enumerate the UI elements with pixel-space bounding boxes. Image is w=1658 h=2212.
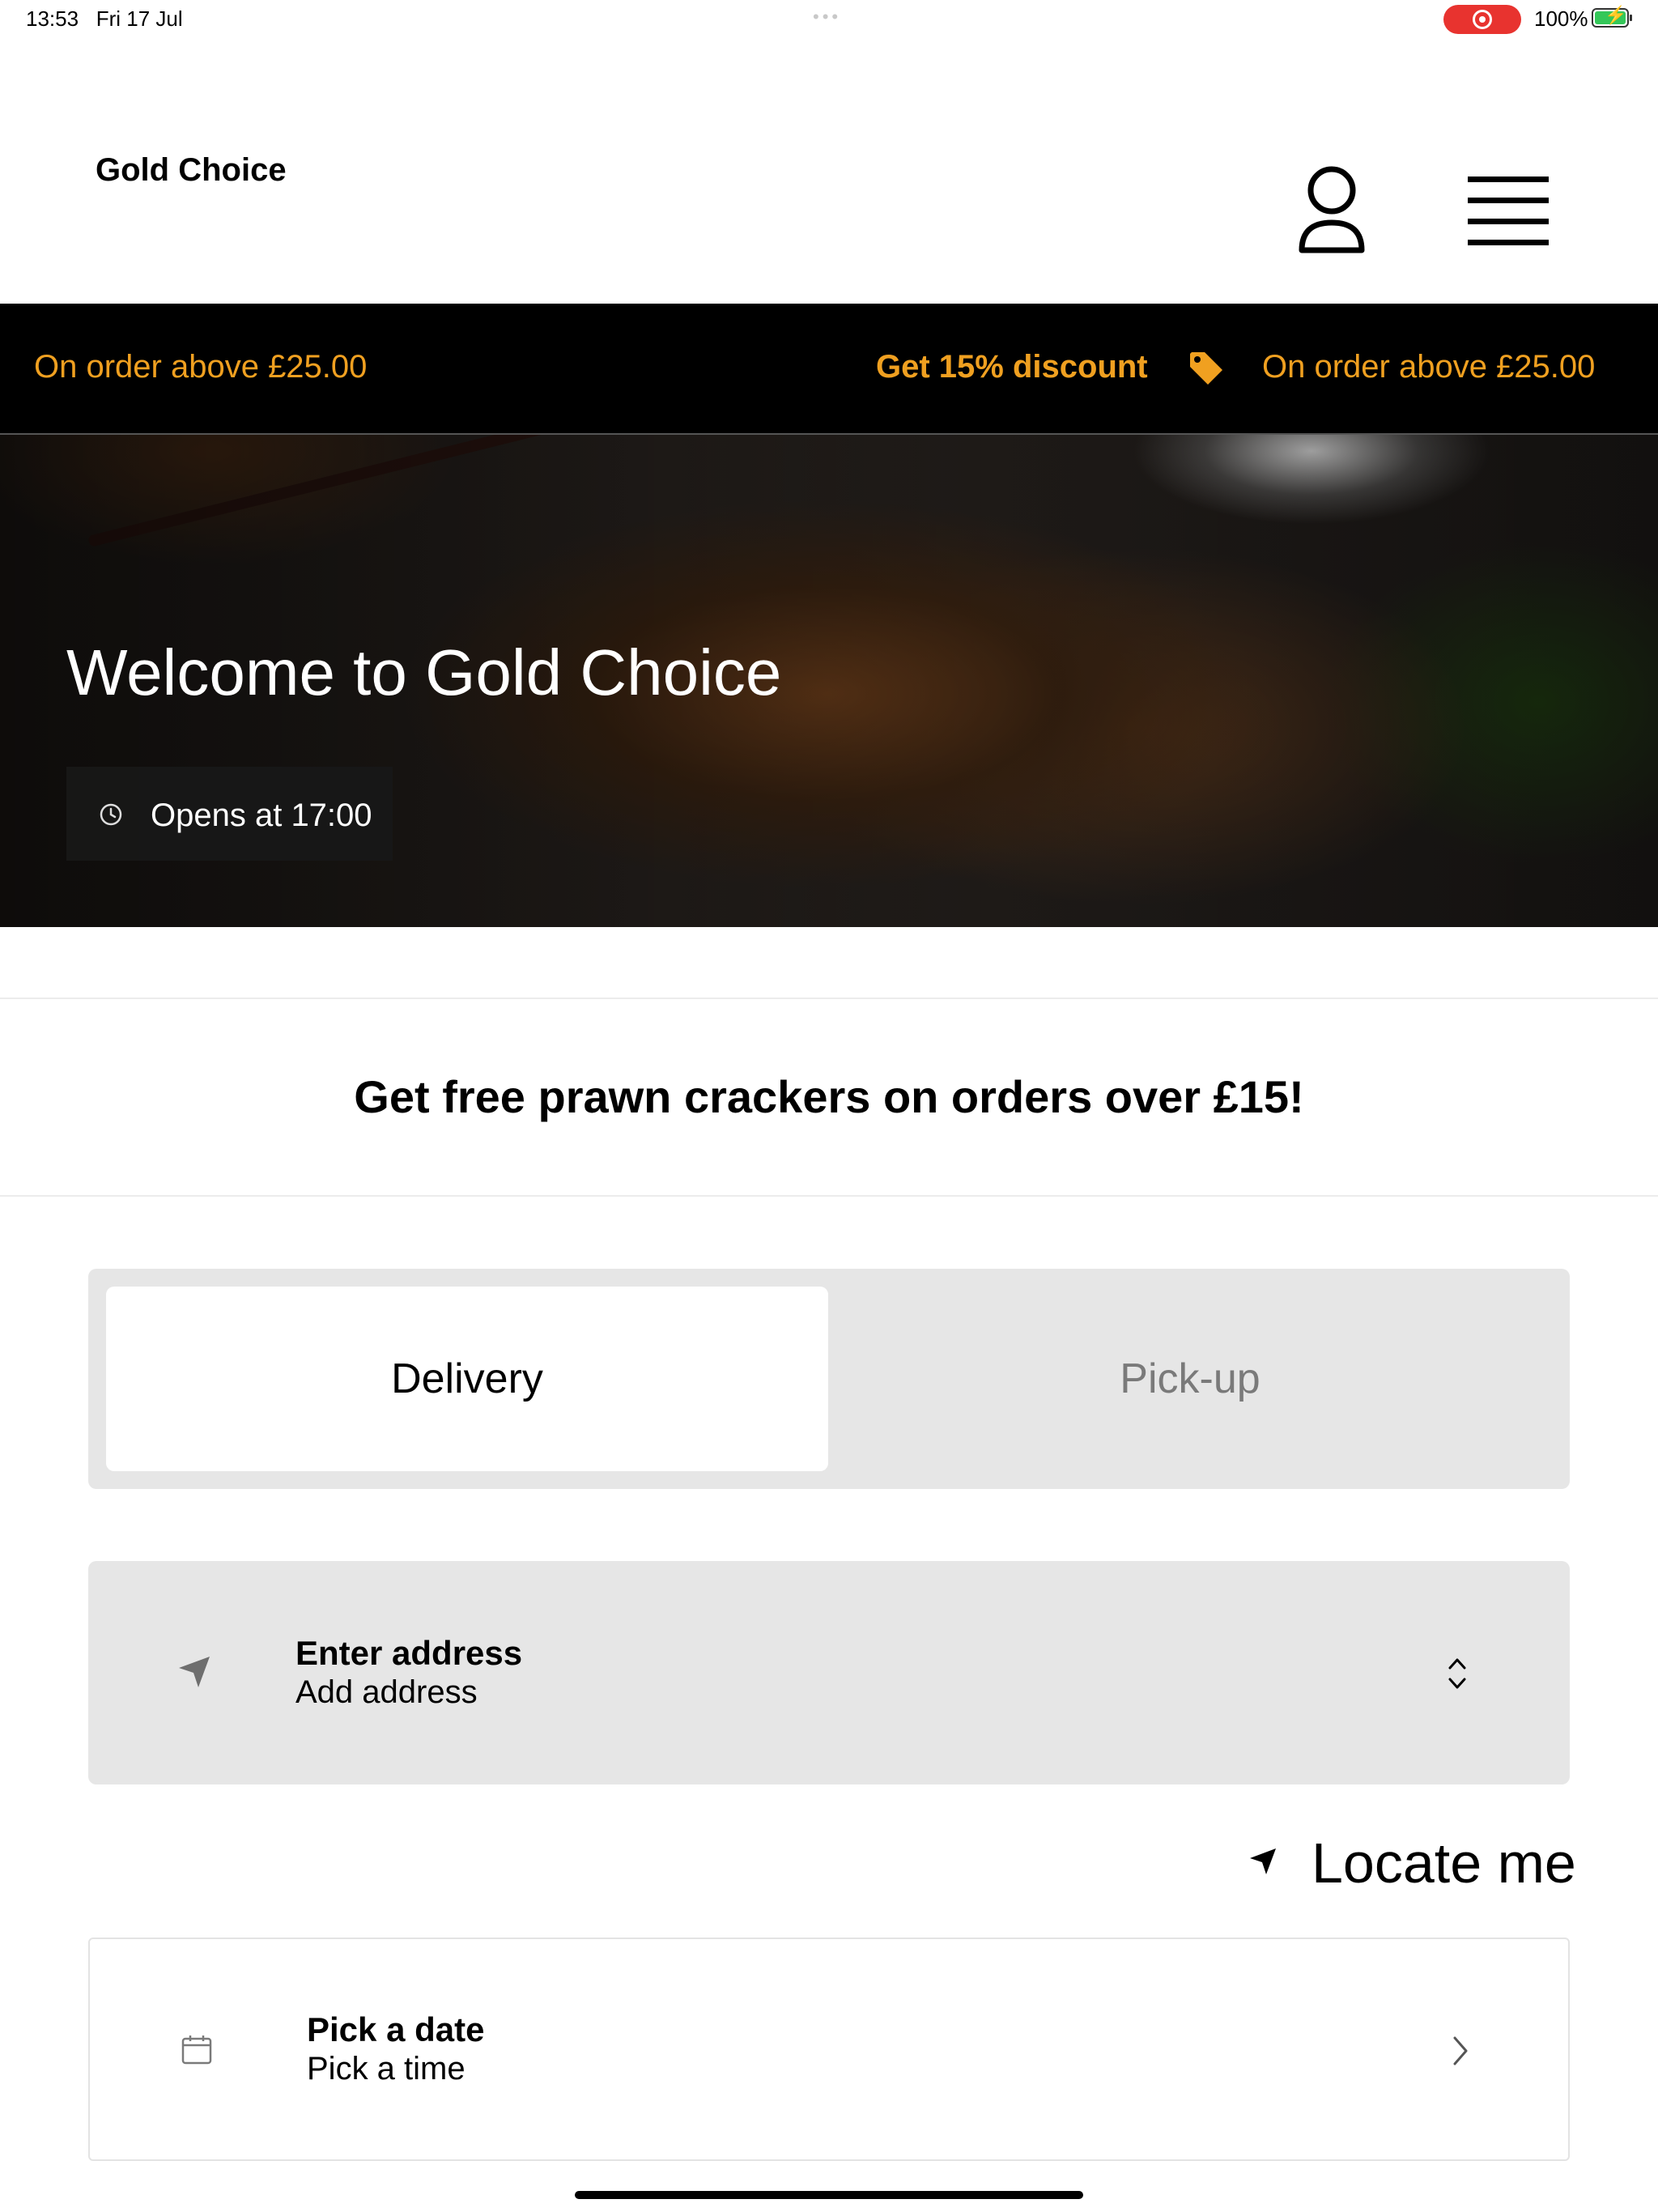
hamburger-menu-icon[interactable]: [1468, 177, 1549, 245]
status-time-value: 13:53: [26, 6, 79, 31]
promo-text-right: On order above £25.00: [1262, 349, 1596, 385]
pickup-option[interactable]: Pick-up: [828, 1287, 1552, 1471]
address-select[interactable]: Enter address Add address: [88, 1561, 1570, 1784]
locate-me-button[interactable]: Locate me: [1239, 1826, 1576, 1899]
offer-section: Get free prawn crackers on orders over £…: [0, 998, 1658, 1197]
brand-logo-text[interactable]: Gold Choice: [96, 152, 287, 189]
promo-discount-text: Get 15% discount: [876, 349, 1148, 385]
status-time: 13:53 Fri 17 Jul: [26, 6, 183, 32]
delivery-option[interactable]: Delivery: [106, 1287, 828, 1471]
navigation-arrow-icon: [1250, 1848, 1276, 1874]
offer-text: Get free prawn crackers on orders over £…: [354, 1071, 1304, 1122]
site-header: Gold Choice: [0, 40, 1658, 304]
order-type-toggle: Delivery Pick-up: [88, 1269, 1570, 1489]
user-icon[interactable]: [1295, 166, 1368, 257]
promo-banner: On order above £25.00 Get 15% discount O…: [0, 304, 1658, 435]
locate-me-label: Locate me: [1312, 1831, 1576, 1895]
status-bar: 13:53 Fri 17 Jul ••• 100% ⚡: [0, 0, 1658, 40]
charging-bolt-icon: ⚡: [1605, 5, 1627, 25]
chevron-right-icon: [1453, 2036, 1468, 2065]
hero-title: Welcome to Gold Choice: [66, 636, 782, 708]
price-tag-icon: [1190, 352, 1222, 385]
multitask-dots-icon[interactable]: •••: [813, 6, 841, 28]
date-time-picker[interactable]: Pick a date Pick a time: [88, 1938, 1570, 2161]
location-arrow-icon: [179, 1657, 210, 1687]
pick-time-label: Pick a time: [307, 2051, 466, 2087]
calendar-icon: [181, 2035, 212, 2065]
address-title: Enter address: [295, 1634, 523, 1672]
record-icon: [1473, 10, 1492, 29]
pick-date-label: Pick a date: [307, 2010, 485, 2048]
opening-hours-text: Opens at 17:00: [151, 798, 372, 833]
address-placeholder: Add address: [295, 1674, 478, 1710]
hero-banner: Welcome to Gold Choice Opens at 17:00: [0, 435, 1658, 927]
clock-icon: [100, 803, 122, 826]
status-date: Fri 17 Jul: [96, 6, 183, 31]
battery-percent: 100%: [1534, 6, 1588, 31]
home-indicator[interactable]: [575, 2191, 1083, 2199]
promo-text-left: On order above £25.00: [34, 349, 368, 385]
chevron-up-down-icon: [1448, 1658, 1466, 1689]
opening-hours-badge: Opens at 17:00: [66, 767, 393, 861]
screen-recording-indicator[interactable]: [1443, 5, 1521, 34]
